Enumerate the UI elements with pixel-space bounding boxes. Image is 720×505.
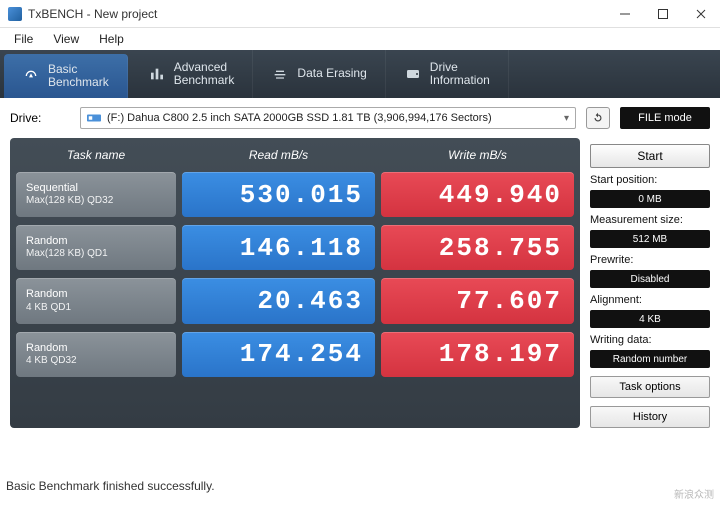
maximize-button[interactable] bbox=[644, 1, 682, 27]
header-read: Read mB/s bbox=[182, 144, 375, 166]
write-value: 258.755 bbox=[381, 225, 574, 270]
watermark: 新浪众测 bbox=[674, 490, 714, 501]
drive-select[interactable]: (F:) Dahua C800 2.5 inch SATA 2000GB SSD… bbox=[80, 107, 576, 129]
gauge-icon bbox=[22, 67, 40, 85]
prewrite-value[interactable]: Disabled bbox=[590, 270, 710, 288]
drive-icon bbox=[404, 65, 422, 83]
erase-icon bbox=[271, 65, 289, 83]
drive-bar: Drive: (F:) Dahua C800 2.5 inch SATA 200… bbox=[0, 98, 720, 138]
close-button[interactable] bbox=[682, 1, 720, 27]
menu-view[interactable]: View bbox=[45, 30, 87, 48]
read-value: 146.118 bbox=[182, 225, 375, 270]
read-value: 530.015 bbox=[182, 172, 375, 217]
app-icon bbox=[8, 7, 22, 21]
refresh-button[interactable] bbox=[586, 107, 610, 129]
tab-label: Data Erasing bbox=[297, 67, 366, 80]
tab-label: Advanced Benchmark bbox=[174, 61, 235, 87]
menu-file[interactable]: File bbox=[6, 30, 41, 48]
tab-bar: Basic Benchmark Advanced Benchmark Data … bbox=[0, 50, 720, 98]
task-options-button[interactable]: Task options bbox=[590, 376, 710, 398]
writing-data-value[interactable]: Random number bbox=[590, 350, 710, 368]
task-cell[interactable]: Random4 KB QD32 bbox=[16, 332, 176, 377]
prewrite-label: Prewrite: bbox=[590, 254, 710, 266]
tab-advanced-benchmark[interactable]: Advanced Benchmark bbox=[130, 50, 254, 98]
tab-data-erasing[interactable]: Data Erasing bbox=[253, 50, 385, 98]
disk-icon bbox=[87, 112, 101, 124]
table-row: Random4 KB QD1 20.463 77.607 bbox=[16, 278, 574, 323]
benchmark-panel: Task name Read mB/s Write mB/s Sequentia… bbox=[10, 138, 580, 428]
drive-label: Drive: bbox=[10, 111, 70, 125]
tab-label: Basic Benchmark bbox=[48, 63, 109, 89]
table-row: SequentialMax(128 KB) QD32 530.015 449.9… bbox=[16, 172, 574, 217]
table-row: Random4 KB QD32 174.254 178.197 bbox=[16, 332, 574, 377]
menubar: File View Help bbox=[0, 28, 720, 50]
task-cell[interactable]: SequentialMax(128 KB) QD32 bbox=[16, 172, 176, 217]
measurement-size-value[interactable]: 512 MB bbox=[590, 230, 710, 248]
menu-help[interactable]: Help bbox=[91, 30, 132, 48]
start-position-label: Start position: bbox=[590, 174, 710, 186]
write-value: 178.197 bbox=[381, 332, 574, 377]
titlebar: TxBENCH - New project bbox=[0, 0, 720, 28]
bars-icon bbox=[148, 65, 166, 83]
measurement-size-label: Measurement size: bbox=[590, 214, 710, 226]
minimize-button[interactable] bbox=[606, 1, 644, 27]
tab-basic-benchmark[interactable]: Basic Benchmark bbox=[4, 54, 128, 98]
task-cell[interactable]: Random4 KB QD1 bbox=[16, 278, 176, 323]
start-button[interactable]: Start bbox=[590, 144, 710, 168]
file-mode-button[interactable]: FILE mode bbox=[620, 107, 710, 129]
write-value: 449.940 bbox=[381, 172, 574, 217]
tab-drive-information[interactable]: Drive Information bbox=[386, 50, 509, 98]
status-text: Basic Benchmark finished successfully. bbox=[6, 479, 215, 493]
start-position-value[interactable]: 0 MB bbox=[590, 190, 710, 208]
drive-selected-text: (F:) Dahua C800 2.5 inch SATA 2000GB SSD… bbox=[107, 112, 492, 124]
tab-label: Drive Information bbox=[430, 61, 490, 87]
side-panel: Start Start position: 0 MB Measurement s… bbox=[590, 138, 710, 428]
table-row: RandomMax(128 KB) QD1 146.118 258.755 bbox=[16, 225, 574, 270]
header-write: Write mB/s bbox=[381, 144, 574, 166]
write-value: 77.607 bbox=[381, 278, 574, 323]
writing-data-label: Writing data: bbox=[590, 334, 710, 346]
history-button[interactable]: History bbox=[590, 406, 710, 428]
chevron-down-icon: ▾ bbox=[564, 113, 569, 124]
header-task: Task name bbox=[16, 144, 176, 166]
read-value: 174.254 bbox=[182, 332, 375, 377]
alignment-value[interactable]: 4 KB bbox=[590, 310, 710, 328]
read-value: 20.463 bbox=[182, 278, 375, 323]
alignment-label: Alignment: bbox=[590, 294, 710, 306]
refresh-icon bbox=[591, 111, 605, 125]
window-title: TxBENCH - New project bbox=[28, 7, 606, 21]
task-cell[interactable]: RandomMax(128 KB) QD1 bbox=[16, 225, 176, 270]
